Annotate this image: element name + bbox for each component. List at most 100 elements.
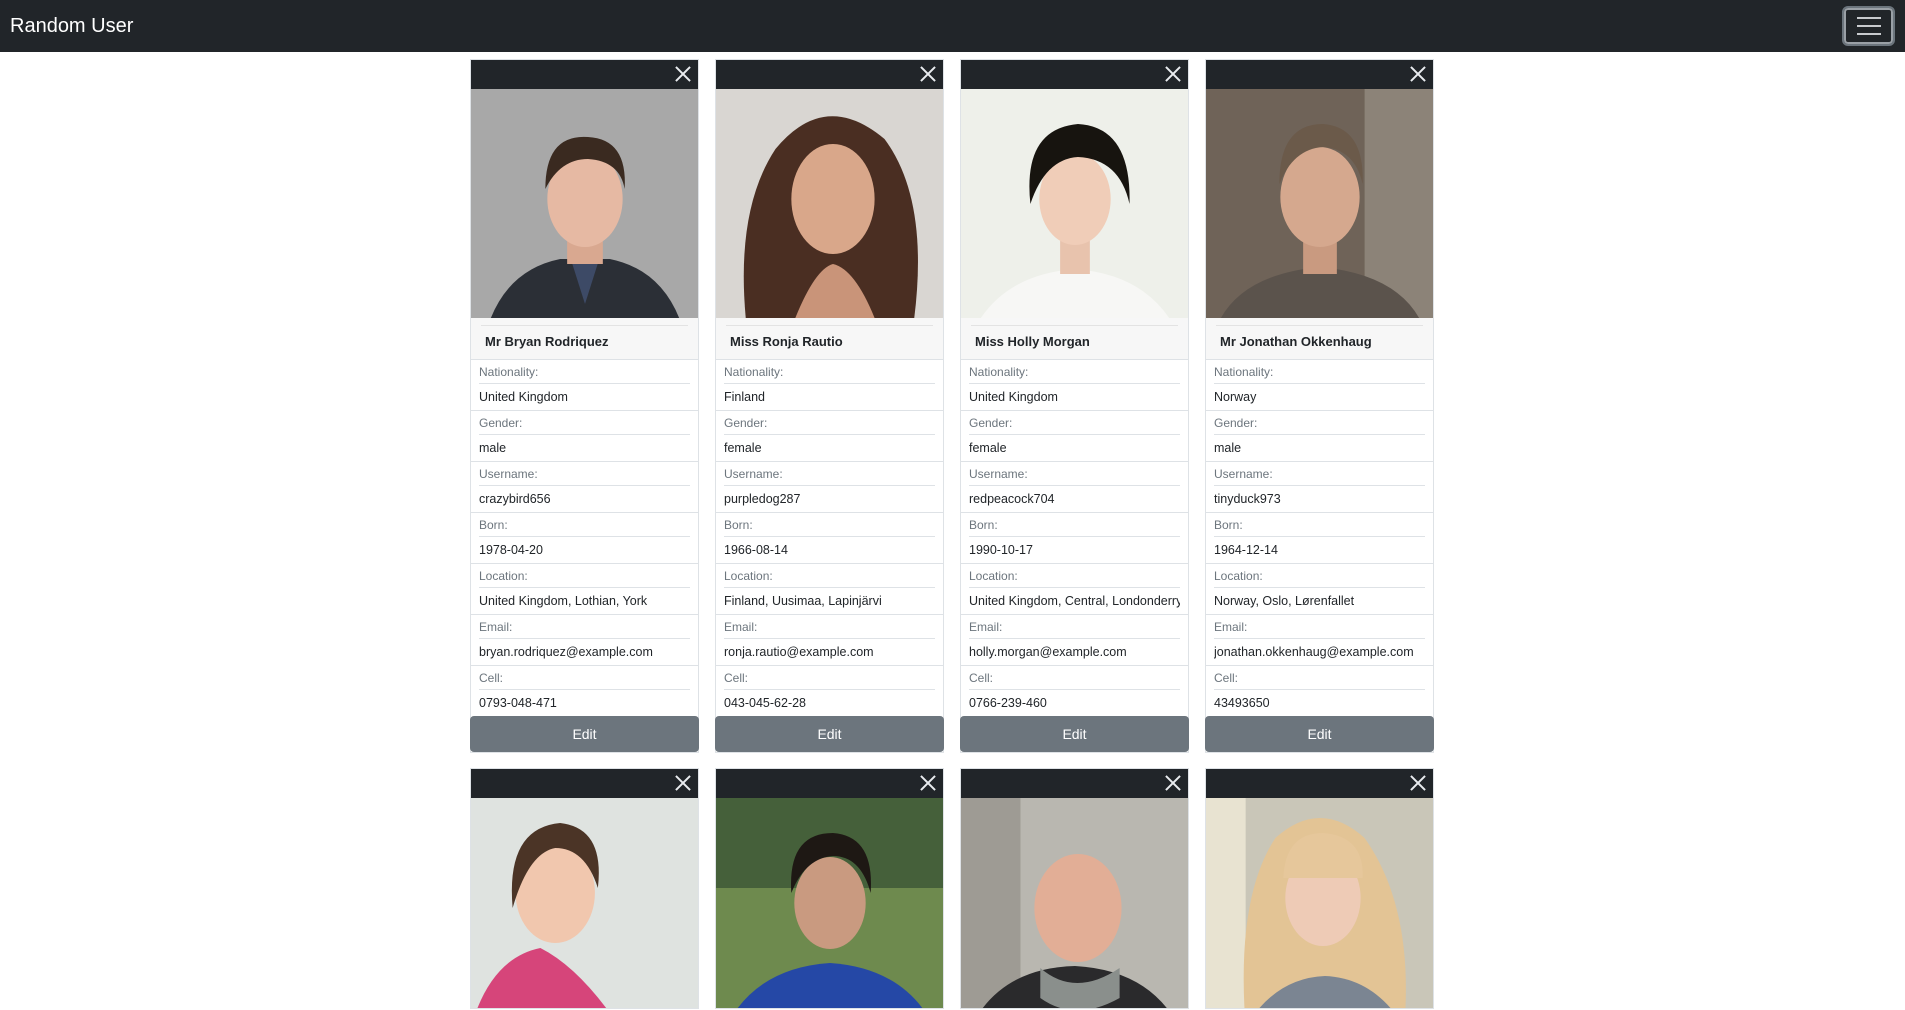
location-field: Location: Finland, Uusimaa, Lapinjärvi bbox=[716, 564, 943, 615]
user-name: Miss Holly Morgan bbox=[975, 334, 1090, 349]
email-value: bryan.rodriquez@example.com bbox=[479, 645, 653, 659]
nationality-field: Nationality: United Kingdom bbox=[471, 360, 698, 411]
location-value: United Kingdom, Lothian, York bbox=[479, 594, 648, 608]
user-name: Miss Ronja Rautio bbox=[730, 334, 843, 349]
username-field: Username: tinyduck973 bbox=[1206, 462, 1433, 513]
menu-toggle-button[interactable] bbox=[1842, 6, 1895, 46]
gender-value: female bbox=[724, 441, 762, 455]
close-icon[interactable] bbox=[1409, 65, 1427, 83]
born-field: Born: 1964-12-14 bbox=[1206, 513, 1433, 564]
email-value: jonathan.okkenhaug@example.com bbox=[1214, 645, 1414, 659]
born-field: Born: 1990-10-17 bbox=[961, 513, 1188, 564]
user-name: Mr Jonathan Okkenhaug bbox=[1220, 334, 1372, 349]
username-value: purpledog287 bbox=[724, 492, 801, 506]
user-card bbox=[470, 768, 699, 1009]
gender-value: female bbox=[969, 441, 1007, 455]
card-header bbox=[716, 60, 943, 89]
born-value: 1978-04-20 bbox=[479, 543, 543, 557]
gender-value: male bbox=[1214, 441, 1242, 455]
user-photo bbox=[1206, 89, 1433, 318]
nationality-value: Norway bbox=[1214, 390, 1257, 404]
close-icon[interactable] bbox=[674, 774, 692, 792]
cell-field: Cell: 043-045-62-28 bbox=[716, 666, 943, 716]
cell-field: Cell: 0766-239-460 bbox=[961, 666, 1188, 716]
nationality-field: Nationality: Norway bbox=[1206, 360, 1433, 411]
user-name-header: Mr Bryan Rodriquez bbox=[471, 318, 698, 360]
user-photo bbox=[716, 798, 943, 1008]
user-card bbox=[960, 768, 1189, 1009]
user-name: Mr Bryan Rodriquez bbox=[485, 334, 609, 349]
close-icon[interactable] bbox=[919, 774, 937, 792]
card-header bbox=[471, 769, 698, 798]
user-card: Miss Ronja Rautio Nationality: Finland Ge… bbox=[715, 59, 944, 753]
edit-button[interactable]: Edit bbox=[715, 716, 944, 752]
user-photo bbox=[471, 798, 698, 1008]
email-value: holly.morgan@example.com bbox=[969, 645, 1127, 659]
email-field: Email: holly.morgan@example.com bbox=[961, 615, 1188, 666]
edit-button[interactable]: Edit bbox=[960, 716, 1189, 752]
user-card: Mr Bryan Rodriquez Nationality: United Ki… bbox=[470, 59, 699, 753]
cell-value: 0766-239-460 bbox=[969, 696, 1047, 710]
user-photo bbox=[1206, 798, 1433, 1008]
born-value: 1966-08-14 bbox=[724, 543, 788, 557]
cell-value: 043-045-62-28 bbox=[724, 696, 807, 710]
user-card: Mr Jonathan Okkenhaug Nationality: Norway… bbox=[1205, 59, 1434, 753]
location-field: Location: United Kingdom, Lothian, York bbox=[471, 564, 698, 615]
location-field: Location: Norway, Oslo, Lørenfallet bbox=[1206, 564, 1433, 615]
cell-value: 43493650 bbox=[1214, 696, 1270, 710]
user-photo bbox=[716, 89, 943, 318]
close-icon[interactable] bbox=[919, 65, 937, 83]
username-value: tinyduck973 bbox=[1214, 492, 1281, 506]
user-photo bbox=[961, 798, 1188, 1008]
born-field: Born: 1966-08-14 bbox=[716, 513, 943, 564]
card-header bbox=[961, 769, 1188, 798]
navbar: Random User bbox=[0, 0, 1905, 52]
nationality-value: Finland bbox=[724, 390, 765, 404]
username-field: Username: purpledog287 bbox=[716, 462, 943, 513]
user-name-header: Miss Ronja Rautio bbox=[716, 318, 943, 360]
close-icon[interactable] bbox=[1164, 774, 1182, 792]
username-field: Username: crazybird656 bbox=[471, 462, 698, 513]
gender-field: Gender: male bbox=[471, 411, 698, 462]
user-card bbox=[1205, 768, 1434, 1009]
username-value: redpeacock704 bbox=[969, 492, 1055, 506]
gender-field: Gender: male bbox=[1206, 411, 1433, 462]
card-header bbox=[716, 769, 943, 798]
born-value: 1964-12-14 bbox=[1214, 543, 1278, 557]
nationality-field: Nationality: Finland bbox=[716, 360, 943, 411]
card-header bbox=[471, 60, 698, 89]
user-name-header: Mr Jonathan Okkenhaug bbox=[1206, 318, 1433, 360]
location-value: Finland, Uusimaa, Lapinjärvi bbox=[724, 594, 882, 608]
gender-field: Gender: female bbox=[716, 411, 943, 462]
email-field: Email: ronja.rautio@example.com bbox=[716, 615, 943, 666]
gender-field: Gender: female bbox=[961, 411, 1188, 462]
app-title[interactable]: Random User bbox=[10, 0, 133, 52]
gender-value: male bbox=[479, 441, 507, 455]
edit-button[interactable]: Edit bbox=[1205, 716, 1434, 752]
cell-field: Cell: 43493650 bbox=[1206, 666, 1433, 716]
location-field: Location: United Kingdom, Central, London… bbox=[961, 564, 1188, 615]
cell-field: Cell: 0793-048-471 bbox=[471, 666, 698, 716]
close-icon[interactable] bbox=[1409, 774, 1427, 792]
user-card bbox=[715, 768, 944, 1009]
close-icon[interactable] bbox=[1164, 65, 1182, 83]
email-field: Email: jonathan.okkenhaug@example.com bbox=[1206, 615, 1433, 666]
user-card: Miss Holly Morgan Nationality: United Kin… bbox=[960, 59, 1189, 753]
menu-icon bbox=[1856, 17, 1881, 19]
card-header bbox=[1206, 60, 1433, 89]
nationality-value: United Kingdom bbox=[969, 390, 1058, 404]
user-photo bbox=[471, 89, 698, 318]
born-field: Born: 1978-04-20 bbox=[471, 513, 698, 564]
email-value: ronja.rautio@example.com bbox=[724, 645, 874, 659]
username-value: crazybird656 bbox=[479, 492, 551, 506]
nationality-value: United Kingdom bbox=[479, 390, 568, 404]
user-photo bbox=[961, 89, 1188, 318]
user-card-grid: Mr Bryan Rodriquez Nationality: United Ki… bbox=[470, 59, 1434, 1009]
edit-button[interactable]: Edit bbox=[470, 716, 699, 752]
card-header bbox=[1206, 769, 1433, 798]
nationality-field: Nationality: United Kingdom bbox=[961, 360, 1188, 411]
user-name-header: Miss Holly Morgan bbox=[961, 318, 1188, 360]
born-value: 1990-10-17 bbox=[969, 543, 1033, 557]
close-icon[interactable] bbox=[674, 65, 692, 83]
username-field: Username: redpeacock704 bbox=[961, 462, 1188, 513]
